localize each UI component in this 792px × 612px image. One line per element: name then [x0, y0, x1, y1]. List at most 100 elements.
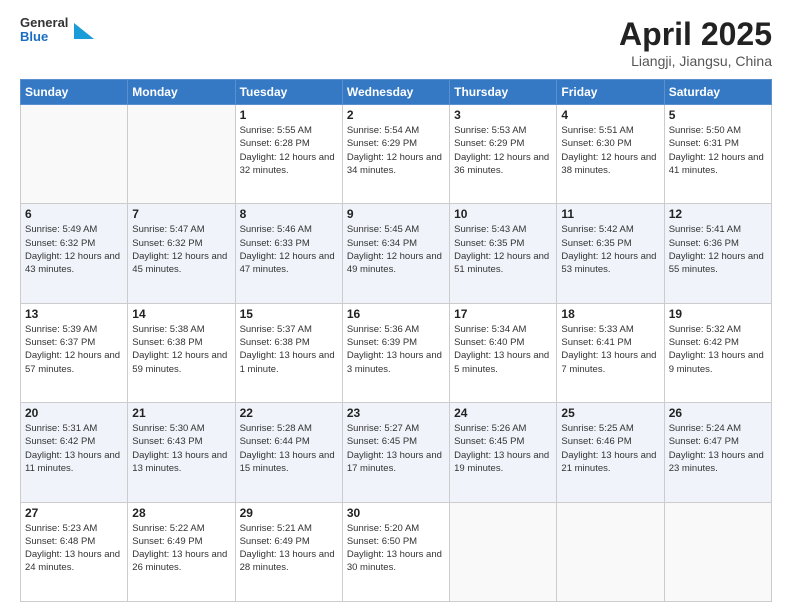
- header: General Blue April 2025 Liangji, Jiangsu…: [20, 16, 772, 69]
- calendar-cell: 4 Sunrise: 5:51 AMSunset: 6:30 PMDaylight…: [557, 105, 664, 204]
- calendar-cell: 28 Sunrise: 5:22 AMSunset: 6:49 PMDayligh…: [128, 502, 235, 601]
- day-number: 17: [454, 307, 552, 321]
- calendar-cell: 10 Sunrise: 5:43 AMSunset: 6:35 PMDayligh…: [450, 204, 557, 303]
- day-info: Sunrise: 5:27 AMSunset: 6:45 PMDaylight:…: [347, 422, 445, 475]
- calendar-cell: 21 Sunrise: 5:30 AMSunset: 6:43 PMDayligh…: [128, 403, 235, 502]
- day-info: Sunrise: 5:28 AMSunset: 6:44 PMDaylight:…: [240, 422, 338, 475]
- day-info: Sunrise: 5:50 AMSunset: 6:31 PMDaylight:…: [669, 124, 767, 177]
- calendar-cell: 13Sunrise: 5:39 AMSunset: 6:37 PMDayligh…: [21, 303, 128, 402]
- calendar-cell: 20 Sunrise: 5:31 AMSunset: 6:42 PMDayligh…: [21, 403, 128, 502]
- day-info: Sunrise: 5:53 AMSunset: 6:29 PMDaylight:…: [454, 124, 552, 177]
- day-number: 14: [132, 307, 230, 321]
- calendar-cell: 11Sunrise: 5:42 AMSunset: 6:35 PMDayligh…: [557, 204, 664, 303]
- calendar-cell: 8Sunrise: 5:46 AMSunset: 6:33 PMDaylight…: [235, 204, 342, 303]
- calendar-cell: 2 Sunrise: 5:54 AMSunset: 6:29 PMDaylight…: [342, 105, 449, 204]
- calendar-cell: 6Sunrise: 5:49 AMSunset: 6:32 PMDaylight…: [21, 204, 128, 303]
- day-info: Sunrise: 5:37 AMSunset: 6:38 PMDaylight:…: [240, 323, 338, 376]
- day-number: 7: [132, 207, 230, 221]
- column-header-friday: Friday: [557, 80, 664, 105]
- day-info: Sunrise: 5:30 AMSunset: 6:43 PMDaylight:…: [132, 422, 230, 475]
- calendar-week-row: 13Sunrise: 5:39 AMSunset: 6:37 PMDayligh…: [21, 303, 772, 402]
- calendar-cell: [557, 502, 664, 601]
- day-number: 12: [669, 207, 767, 221]
- day-info: Sunrise: 5:46 AMSunset: 6:33 PMDaylight:…: [240, 223, 338, 276]
- logo: General Blue: [20, 16, 94, 45]
- day-info: Sunrise: 5:21 AMSunset: 6:49 PMDaylight:…: [240, 522, 338, 575]
- column-header-wednesday: Wednesday: [342, 80, 449, 105]
- calendar-cell: 17 Sunrise: 5:34 AMSunset: 6:40 PMDayligh…: [450, 303, 557, 402]
- day-number: 11: [561, 207, 659, 221]
- day-number: 16: [347, 307, 445, 321]
- column-header-saturday: Saturday: [664, 80, 771, 105]
- calendar-cell: 16 Sunrise: 5:36 AMSunset: 6:39 PMDayligh…: [342, 303, 449, 402]
- day-info: Sunrise: 5:36 AMSunset: 6:39 PMDaylight:…: [347, 323, 445, 376]
- column-header-tuesday: Tuesday: [235, 80, 342, 105]
- calendar-cell: 19 Sunrise: 5:32 AMSunset: 6:42 PMDayligh…: [664, 303, 771, 402]
- day-info: Sunrise: 5:33 AMSunset: 6:41 PMDaylight:…: [561, 323, 659, 376]
- logo-arrow-icon: [74, 23, 94, 39]
- day-number: 21: [132, 406, 230, 420]
- calendar-cell: [664, 502, 771, 601]
- calendar-week-row: 6Sunrise: 5:49 AMSunset: 6:32 PMDaylight…: [21, 204, 772, 303]
- day-info: Sunrise: 5:22 AMSunset: 6:49 PMDaylight:…: [132, 522, 230, 575]
- calendar-table: SundayMondayTuesdayWednesdayThursdayFrid…: [20, 79, 772, 602]
- day-info: Sunrise: 5:34 AMSunset: 6:40 PMDaylight:…: [454, 323, 552, 376]
- day-number: 2: [347, 108, 445, 122]
- calendar-cell: 25 Sunrise: 5:25 AMSunset: 6:46 PMDayligh…: [557, 403, 664, 502]
- calendar-cell: 5Sunrise: 5:50 AMSunset: 6:31 PMDaylight…: [664, 105, 771, 204]
- location-subtitle: Liangji, Jiangsu, China: [619, 53, 772, 69]
- day-info: Sunrise: 5:32 AMSunset: 6:42 PMDaylight:…: [669, 323, 767, 376]
- day-number: 30: [347, 506, 445, 520]
- calendar-cell: [21, 105, 128, 204]
- day-number: 9: [347, 207, 445, 221]
- day-number: 10: [454, 207, 552, 221]
- calendar-cell: 12Sunrise: 5:41 AMSunset: 6:36 PMDayligh…: [664, 204, 771, 303]
- calendar-cell: 27Sunrise: 5:23 AMSunset: 6:48 PMDayligh…: [21, 502, 128, 601]
- page: General Blue April 2025 Liangji, Jiangsu…: [0, 0, 792, 612]
- calendar-cell: 7 Sunrise: 5:47 AMSunset: 6:32 PMDaylight…: [128, 204, 235, 303]
- day-number: 20: [25, 406, 123, 420]
- day-number: 1: [240, 108, 338, 122]
- calendar-week-row: 27Sunrise: 5:23 AMSunset: 6:48 PMDayligh…: [21, 502, 772, 601]
- day-info: Sunrise: 5:54 AMSunset: 6:29 PMDaylight:…: [347, 124, 445, 177]
- day-number: 4: [561, 108, 659, 122]
- day-info: Sunrise: 5:49 AMSunset: 6:32 PMDaylight:…: [25, 223, 123, 276]
- day-number: 25: [561, 406, 659, 420]
- day-number: 19: [669, 307, 767, 321]
- day-info: Sunrise: 5:43 AMSunset: 6:35 PMDaylight:…: [454, 223, 552, 276]
- column-header-sunday: Sunday: [21, 80, 128, 105]
- day-number: 13: [25, 307, 123, 321]
- calendar-week-row: 20 Sunrise: 5:31 AMSunset: 6:42 PMDayligh…: [21, 403, 772, 502]
- day-number: 29: [240, 506, 338, 520]
- day-info: Sunrise: 5:51 AMSunset: 6:30 PMDaylight:…: [561, 124, 659, 177]
- day-info: Sunrise: 5:25 AMSunset: 6:46 PMDaylight:…: [561, 422, 659, 475]
- logo-blue: Blue: [20, 30, 68, 44]
- calendar-cell: 15 Sunrise: 5:37 AMSunset: 6:38 PMDayligh…: [235, 303, 342, 402]
- day-info: Sunrise: 5:55 AMSunset: 6:28 PMDaylight:…: [240, 124, 338, 177]
- day-info: Sunrise: 5:31 AMSunset: 6:42 PMDaylight:…: [25, 422, 123, 475]
- day-number: 15: [240, 307, 338, 321]
- calendar-cell: 23Sunrise: 5:27 AMSunset: 6:45 PMDayligh…: [342, 403, 449, 502]
- month-year-title: April 2025: [619, 16, 772, 53]
- day-info: Sunrise: 5:24 AMSunset: 6:47 PMDaylight:…: [669, 422, 767, 475]
- calendar-cell: 22 Sunrise: 5:28 AMSunset: 6:44 PMDayligh…: [235, 403, 342, 502]
- calendar-cell: 14 Sunrise: 5:38 AMSunset: 6:38 PMDayligh…: [128, 303, 235, 402]
- day-info: Sunrise: 5:45 AMSunset: 6:34 PMDaylight:…: [347, 223, 445, 276]
- day-number: 22: [240, 406, 338, 420]
- day-number: 28: [132, 506, 230, 520]
- day-number: 3: [454, 108, 552, 122]
- day-info: Sunrise: 5:38 AMSunset: 6:38 PMDaylight:…: [132, 323, 230, 376]
- calendar-cell: 9 Sunrise: 5:45 AMSunset: 6:34 PMDaylight…: [342, 204, 449, 303]
- day-info: Sunrise: 5:20 AMSunset: 6:50 PMDaylight:…: [347, 522, 445, 575]
- day-number: 18: [561, 307, 659, 321]
- calendar-cell: 29 Sunrise: 5:21 AMSunset: 6:49 PMDayligh…: [235, 502, 342, 601]
- calendar-cell: 3 Sunrise: 5:53 AMSunset: 6:29 PMDaylight…: [450, 105, 557, 204]
- calendar-cell: 24Sunrise: 5:26 AMSunset: 6:45 PMDayligh…: [450, 403, 557, 502]
- calendar-cell: 1 Sunrise: 5:55 AMSunset: 6:28 PMDaylight…: [235, 105, 342, 204]
- calendar-cell: 18 Sunrise: 5:33 AMSunset: 6:41 PMDayligh…: [557, 303, 664, 402]
- day-info: Sunrise: 5:47 AMSunset: 6:32 PMDaylight:…: [132, 223, 230, 276]
- day-number: 27: [25, 506, 123, 520]
- logo-general: General: [20, 16, 68, 30]
- title-block: April 2025 Liangji, Jiangsu, China: [619, 16, 772, 69]
- calendar-cell: 26Sunrise: 5:24 AMSunset: 6:47 PMDayligh…: [664, 403, 771, 502]
